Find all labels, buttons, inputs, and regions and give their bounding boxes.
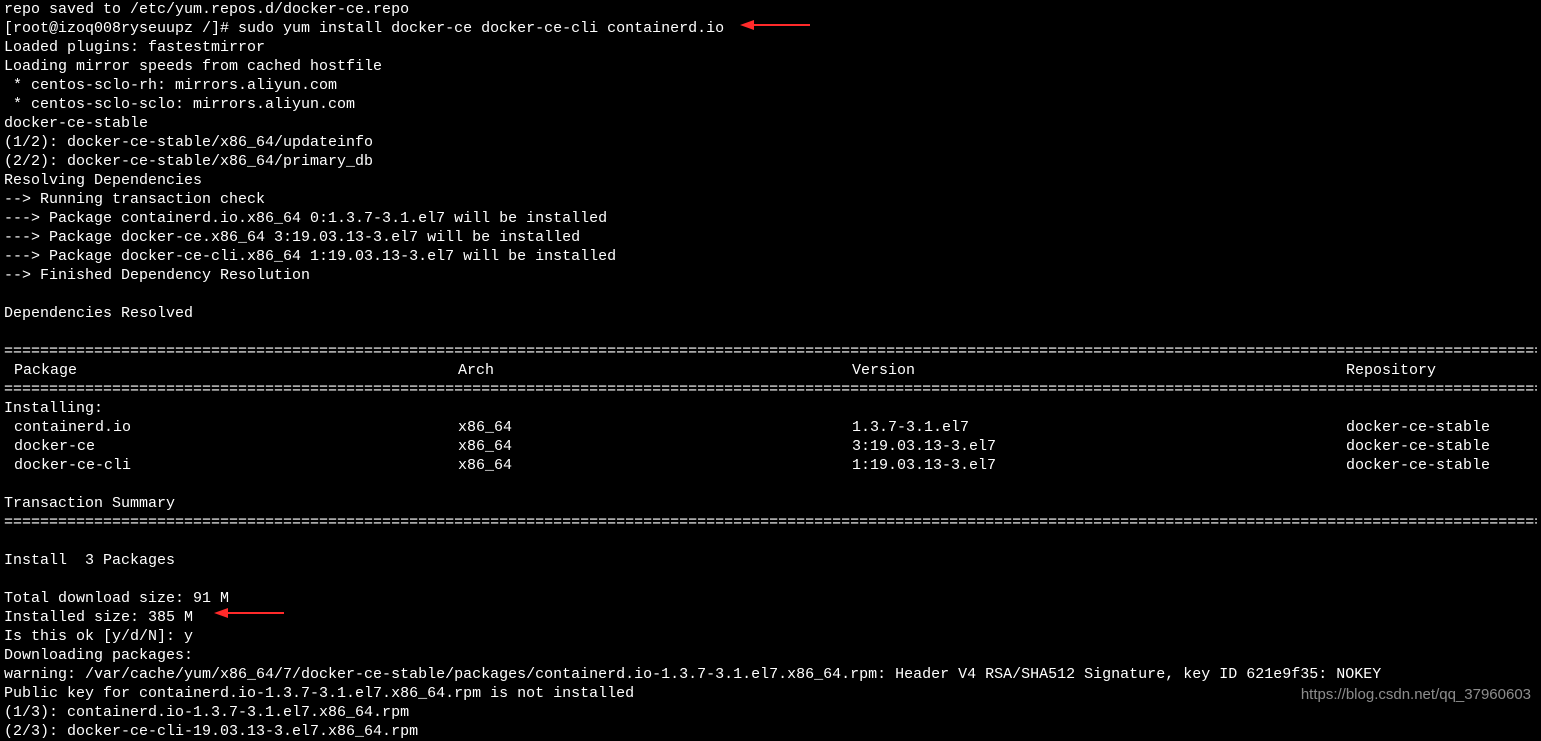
cell-arch: x86_64 xyxy=(458,437,852,456)
transaction-summary-block: Install 3 Packages Total download size: … xyxy=(4,532,1537,627)
cell-package: containerd.io xyxy=(4,418,458,437)
divider-line: ========================================… xyxy=(4,513,1537,532)
terminal-line: docker-ce-stable xyxy=(4,114,1537,133)
terminal-pre-output: repo saved to /etc/yum.repos.d/docker-ce… xyxy=(4,0,1537,19)
col-header-repo: Repository xyxy=(1346,361,1537,380)
terminal-line: Installed size: 385 M xyxy=(4,608,1537,627)
transaction-summary-label-block: Transaction Summary xyxy=(4,475,1537,513)
divider-line: ========================================… xyxy=(4,380,1537,399)
terminal-line xyxy=(4,570,1537,589)
terminal-line: Downloading packages: xyxy=(4,646,1537,665)
terminal-line: Transaction Summary xyxy=(4,494,1537,513)
terminal-line: Loading mirror speeds from cached hostfi… xyxy=(4,57,1537,76)
cell-package: docker-ce xyxy=(4,437,458,456)
cell-arch: x86_64 xyxy=(458,418,852,437)
terminal-line: (1/2): docker-ce-stable/x86_64/updateinf… xyxy=(4,133,1537,152)
cell-version: 1.3.7-3.1.el7 xyxy=(852,418,1346,437)
terminal-output-block: Loaded plugins: fastestmirrorLoading mir… xyxy=(4,38,1537,342)
terminal-line: Dependencies Resolved xyxy=(4,304,1537,323)
section-label-installing: Installing: xyxy=(4,399,1537,418)
terminal-line: warning: /var/cache/yum/x86_64/7/docker-… xyxy=(4,665,1537,684)
terminal-line: (1/3): containerd.io-1.3.7-3.1.el7.x86_6… xyxy=(4,703,1537,722)
terminal-line: repo saved to /etc/yum.repos.d/docker-ce… xyxy=(4,0,1537,19)
terminal-line xyxy=(4,532,1537,551)
cell-repo: docker-ce-stable xyxy=(1346,437,1537,456)
terminal-line xyxy=(4,323,1537,342)
terminal-line: --> Finished Dependency Resolution xyxy=(4,266,1537,285)
watermark-text: https://blog.csdn.net/qq_37960603 xyxy=(1301,685,1531,704)
terminal-line: Loaded plugins: fastestmirror xyxy=(4,38,1537,57)
terminal-line: Total download size: 91 M xyxy=(4,589,1537,608)
terminal-line xyxy=(4,475,1537,494)
terminal-line: Install 3 Packages xyxy=(4,551,1537,570)
terminal-line xyxy=(4,285,1537,304)
confirm-prompt-line[interactable]: Is this ok [y/d/N]: y xyxy=(4,627,1537,646)
col-header-arch: Arch xyxy=(458,361,852,380)
table-row: containerd.iox86_641.3.7-3.1.el7docker-c… xyxy=(4,418,1537,437)
shell-command: sudo yum install docker-ce docker-ce-cli… xyxy=(238,20,724,37)
terminal-line: ---> Package docker-ce-cli.x86_64 1:19.0… xyxy=(4,247,1537,266)
terminal-line: * centos-sclo-rh: mirrors.aliyun.com xyxy=(4,76,1537,95)
terminal-line: ---> Package docker-ce.x86_64 3:19.03.13… xyxy=(4,228,1537,247)
cell-arch: x86_64 xyxy=(458,456,852,475)
cell-version: 3:19.03.13-3.el7 xyxy=(852,437,1346,456)
table-row: docker-cex86_643:19.03.13-3.el7docker-ce… xyxy=(4,437,1537,456)
cell-package: docker-ce-cli xyxy=(4,456,458,475)
terminal-line: (2/2): docker-ce-stable/x86_64/primary_d… xyxy=(4,152,1537,171)
package-table-body: containerd.iox86_641.3.7-3.1.el7docker-c… xyxy=(4,418,1537,475)
terminal-line: Resolving Dependencies xyxy=(4,171,1537,190)
cell-repo: docker-ce-stable xyxy=(1346,456,1537,475)
shell-prompt: [root@izoq008ryseuupz /]# xyxy=(4,20,238,37)
divider-line: ========================================… xyxy=(4,342,1537,361)
cell-repo: docker-ce-stable xyxy=(1346,418,1537,437)
col-header-version: Version xyxy=(852,361,1346,380)
col-header-package: Package xyxy=(4,361,458,380)
table-row: docker-ce-clix86_641:19.03.13-3.el7docke… xyxy=(4,456,1537,475)
terminal-line: ---> Package containerd.io.x86_64 0:1.3.… xyxy=(4,209,1537,228)
table-header-row: Package Arch Version Repository xyxy=(4,361,1537,380)
confirm-prompt-text: Is this ok [y/d/N]: xyxy=(4,628,184,645)
cell-version: 1:19.03.13-3.el7 xyxy=(852,456,1346,475)
terminal-line: (2/3): docker-ce-cli-19.03.13-3.el7.x86_… xyxy=(4,722,1537,741)
terminal-line: --> Running transaction check xyxy=(4,190,1537,209)
confirm-input[interactable]: y xyxy=(184,628,193,645)
terminal-line: * centos-sclo-sclo: mirrors.aliyun.com xyxy=(4,95,1537,114)
terminal-command-line[interactable]: [root@izoq008ryseuupz /]# sudo yum insta… xyxy=(4,19,1537,38)
